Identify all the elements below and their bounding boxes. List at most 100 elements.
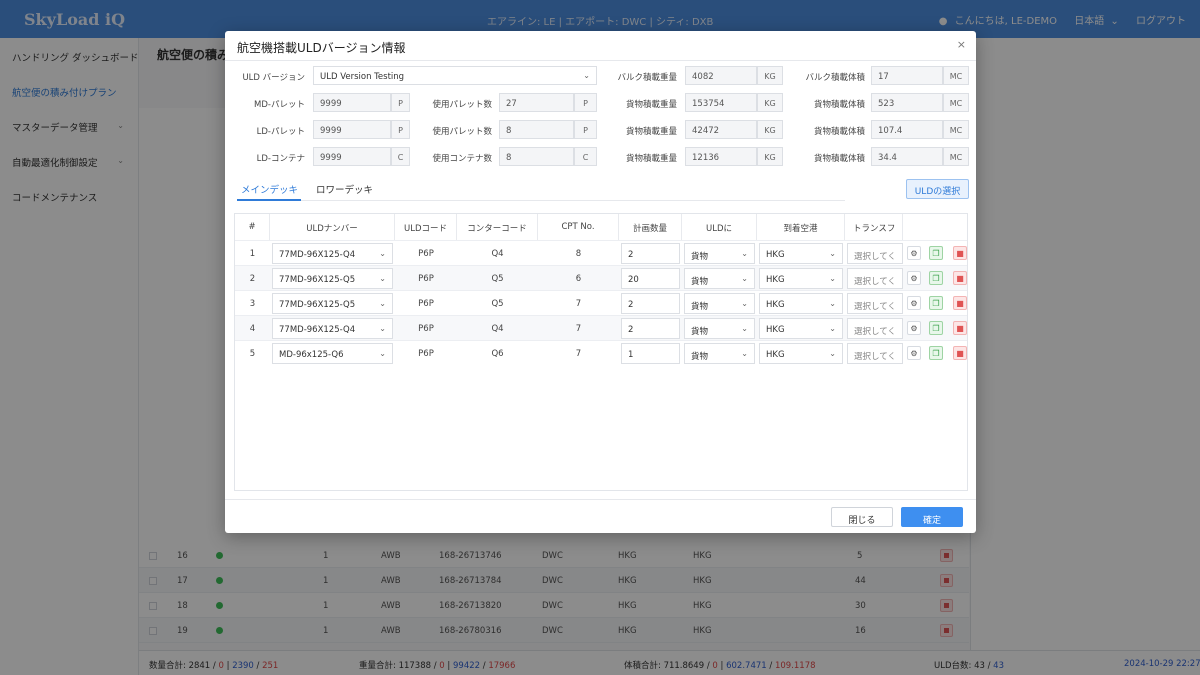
uld-code: P6P [418, 324, 434, 334]
chevron-down-icon: ⌄ [829, 274, 836, 283]
cargo-weight-label: 貨物積載重量 [625, 127, 677, 137]
uld-type-select[interactable]: 貨物 ⌄ [684, 343, 755, 364]
transfer-select[interactable]: 選択してく [847, 293, 903, 314]
col-header-uld-code: ULDコード [395, 214, 457, 240]
planned-qty-input[interactable]: 2 [621, 318, 680, 339]
copy-icon[interactable]: ❐ [929, 346, 943, 360]
cargo-volume-label: 貨物積載体積 [813, 127, 865, 137]
trash-icon[interactable]: ■ [953, 296, 967, 310]
contour-code: Q4 [491, 324, 504, 334]
arrival-select[interactable]: HKG ⌄ [759, 343, 843, 364]
planned-qty-input[interactable]: 1 [621, 343, 680, 364]
planned-qty-input[interactable]: 2 [621, 293, 680, 314]
cargo-weight-value: 42472 [685, 120, 757, 139]
copy-icon[interactable]: ❐ [929, 296, 943, 310]
bulk-weight-label: バルク積載重量 [617, 73, 677, 83]
ld-container-label: LD-コンテナ [256, 154, 305, 164]
uld-code: P6P [418, 349, 434, 359]
select-uld-button[interactable]: ULDの選択 [906, 179, 969, 199]
arrival-select[interactable]: HKG ⌄ [759, 243, 843, 264]
transfer-select[interactable]: 選択してく [847, 343, 903, 364]
used-container-value: 8 [499, 147, 574, 166]
uld-version-value: ULD Version Testing [320, 72, 405, 82]
uld-code: P6P [418, 274, 434, 284]
ld-pallet-unit: P [391, 120, 410, 139]
gear-icon[interactable]: ⚙ [907, 296, 921, 310]
used-ld-pallet-unit: P [574, 120, 597, 139]
cargo-volume-unit: MC [943, 120, 969, 139]
arrival-select[interactable]: HKG ⌄ [759, 293, 843, 314]
close-button[interactable]: 閉じる [831, 507, 893, 527]
cpt-no: 8 [575, 249, 582, 259]
arrival-value: HKG [766, 250, 785, 260]
tab-main-deck[interactable]: メインデッキ [241, 182, 298, 196]
arrival-value: HKG [766, 325, 785, 335]
arrival-select[interactable]: HKG ⌄ [759, 268, 843, 289]
chevron-down-icon: ⌄ [829, 324, 836, 333]
uld-type-select[interactable]: 貨物 ⌄ [684, 243, 755, 264]
trash-icon[interactable]: ■ [953, 246, 967, 260]
close-icon[interactable]: × [957, 38, 966, 51]
uld-number-select[interactable]: 77MD-96X125-Q4 ⌄ [272, 243, 393, 264]
cargo-weight-unit: KG [757, 93, 783, 112]
md-pallet-value: 9999 [313, 93, 391, 112]
trash-icon[interactable]: ■ [953, 271, 967, 285]
used-container-label: 使用コンテナ数 [432, 154, 492, 164]
uld-type-select[interactable]: 貨物 ⌄ [684, 318, 755, 339]
arrival-value: HKG [766, 300, 785, 310]
uld-version-select[interactable]: ULD Version Testing ⌄ [313, 66, 597, 85]
table-row: 1 77MD-96X125-Q4 ⌄ P6P Q4 8 2 貨物 ⌄ HKG ⌄ 選択… [235, 240, 967, 265]
planned-qty-input[interactable]: 2 [621, 243, 680, 264]
uld-type-value: 貨物 [691, 277, 709, 287]
uld-type-value: 貨物 [691, 252, 709, 262]
uld-code: P6P [418, 249, 434, 259]
chevron-down-icon: ⌄ [829, 299, 836, 308]
cargo-weight-unit: KG [757, 120, 783, 139]
cargo-volume-label: 貨物積載体積 [813, 154, 865, 164]
uld-number-select[interactable]: 77MD-96X125-Q5 ⌄ [272, 293, 393, 314]
tab-lower-deck[interactable]: ロワーデッキ [316, 182, 373, 196]
row-no: 5 [249, 349, 256, 359]
cargo-weight-value: 12136 [685, 147, 757, 166]
cargo-weight-label: 貨物積載重量 [625, 100, 677, 110]
confirm-button[interactable]: 確定 [901, 507, 963, 527]
uld-number-value: 77MD-96X125-Q4 [279, 325, 356, 335]
md-pallet-unit: P [391, 93, 410, 112]
copy-icon[interactable]: ❐ [929, 271, 943, 285]
copy-icon[interactable]: ❐ [929, 246, 943, 260]
md-pallet-label: MD-パレット [254, 100, 305, 110]
bulk-weight-value: 4082 [685, 66, 757, 85]
row-no: 2 [249, 274, 256, 284]
uld-number-select[interactable]: MD-96x125-Q6 ⌄ [272, 343, 393, 364]
ld-pallet-value: 9999 [313, 120, 391, 139]
col-header-planned-qty: 計画数量 [619, 214, 682, 240]
chevron-down-icon: ⌄ [829, 349, 836, 358]
gear-icon[interactable]: ⚙ [907, 246, 921, 260]
divider [225, 60, 976, 61]
trash-icon[interactable]: ■ [953, 346, 967, 360]
transfer-select[interactable]: 選択してく [847, 243, 903, 264]
transfer-select[interactable]: 選択してく [847, 318, 903, 339]
chevron-down-icon: ⌄ [741, 249, 748, 258]
gear-icon[interactable]: ⚙ [907, 271, 921, 285]
row-no: 4 [249, 324, 256, 334]
trash-icon[interactable]: ■ [953, 321, 967, 335]
cpt-no: 7 [575, 349, 582, 359]
uld-type-select[interactable]: 貨物 ⌄ [684, 268, 755, 289]
used-container-unit: C [574, 147, 597, 166]
uld-type-value: 貨物 [691, 352, 709, 362]
uld-type-value: 貨物 [691, 327, 709, 337]
uld-number-select[interactable]: 77MD-96X125-Q5 ⌄ [272, 268, 393, 289]
gear-icon[interactable]: ⚙ [907, 346, 921, 360]
copy-icon[interactable]: ❐ [929, 321, 943, 335]
uld-type-select[interactable]: 貨物 ⌄ [684, 293, 755, 314]
transfer-select[interactable]: 選択してく [847, 268, 903, 289]
cargo-volume-value: 523 [871, 93, 943, 112]
arrival-select[interactable]: HKG ⌄ [759, 318, 843, 339]
col-header-no: # [235, 214, 270, 240]
uld-number-select[interactable]: 77MD-96X125-Q4 ⌄ [272, 318, 393, 339]
col-header-arrival: 到着空港 [757, 214, 845, 240]
chevron-down-icon: ⌄ [379, 274, 386, 283]
gear-icon[interactable]: ⚙ [907, 321, 921, 335]
planned-qty-input[interactable]: 20 [621, 268, 680, 289]
